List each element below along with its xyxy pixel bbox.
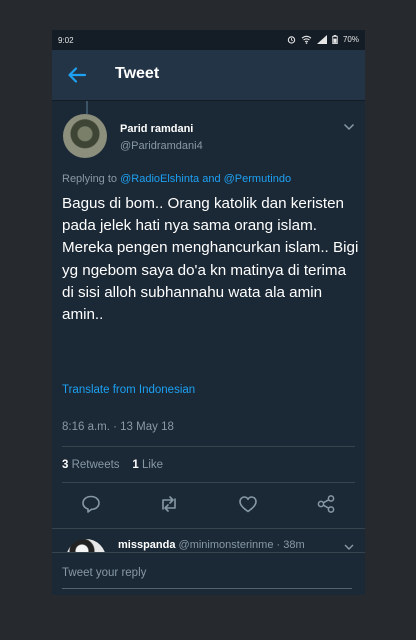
phone-screen: 9:02 70% Tweet Parid ramdani @Paridramda… (52, 30, 365, 595)
thread-connector (86, 101, 88, 114)
alarm-icon (287, 36, 296, 44)
replying-to-link-2[interactable]: @Permutindo (224, 173, 291, 185)
reply-time: · 38m (276, 539, 305, 551)
wifi-icon (301, 35, 312, 44)
retweets-count[interactable]: 3 (62, 459, 68, 471)
author-avatar[interactable] (63, 114, 107, 158)
retweets-label[interactable]: Retweets (72, 459, 120, 471)
battery-icon (332, 35, 338, 44)
chevron-down-icon[interactable] (344, 543, 354, 551)
replying-to: Replying to @RadioElshinta and @Permutin… (62, 173, 291, 185)
tweet-actions (52, 493, 365, 517)
chevron-down-icon[interactable] (343, 122, 355, 132)
reply-input[interactable] (62, 558, 352, 589)
compose-bar (52, 552, 365, 595)
back-arrow-icon[interactable] (66, 64, 88, 86)
likes-label[interactable]: Like (142, 459, 163, 471)
battery-level: 70% (342, 35, 359, 44)
signal-icon (316, 35, 327, 44)
status-time: 9:02 (58, 36, 74, 45)
author-name[interactable]: Parid ramdani (120, 123, 193, 135)
reply-user-name[interactable]: misspanda (118, 539, 175, 551)
replying-to-link-1[interactable]: @RadioElshinta (120, 173, 199, 185)
status-icons: 70% (287, 35, 359, 44)
reply-user: misspanda @minimonsterinme · 38m (118, 539, 305, 551)
translate-link[interactable]: Translate from Indonesian (62, 384, 195, 396)
author-handle[interactable]: @Paridramdani4 (120, 140, 203, 152)
divider (62, 482, 355, 483)
replying-and: and (202, 173, 221, 185)
tweet-body: Bagus di bom.. Orang katolik dan keriste… (62, 195, 359, 324)
tweet-timestamp: 8:16 a.m. · 13 May 18 (62, 421, 174, 433)
tweet-stats: 3 Retweets 1 Like (62, 459, 163, 471)
status-bar: 9:02 70% (52, 30, 365, 50)
divider (52, 528, 365, 529)
share-icon[interactable] (315, 493, 337, 515)
reply-icon[interactable] (80, 493, 102, 515)
divider (62, 446, 355, 447)
heart-icon[interactable] (237, 493, 259, 515)
reply-user-handle[interactable]: @minimonsterinme (179, 539, 274, 551)
replying-prefix: Replying to (62, 173, 118, 185)
top-app-bar: Tweet (52, 50, 365, 101)
retweet-icon[interactable] (158, 493, 180, 515)
page-title: Tweet (115, 65, 160, 82)
likes-count[interactable]: 1 (132, 459, 138, 471)
